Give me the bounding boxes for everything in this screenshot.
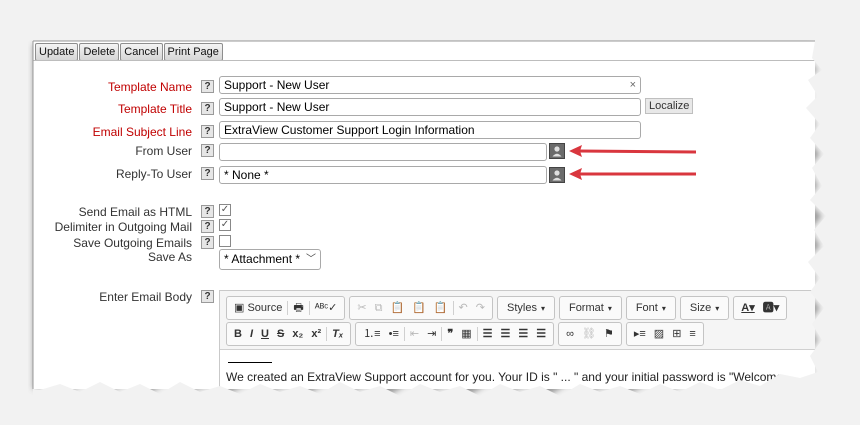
torn-edge-overlay bbox=[32, 0, 860, 425]
